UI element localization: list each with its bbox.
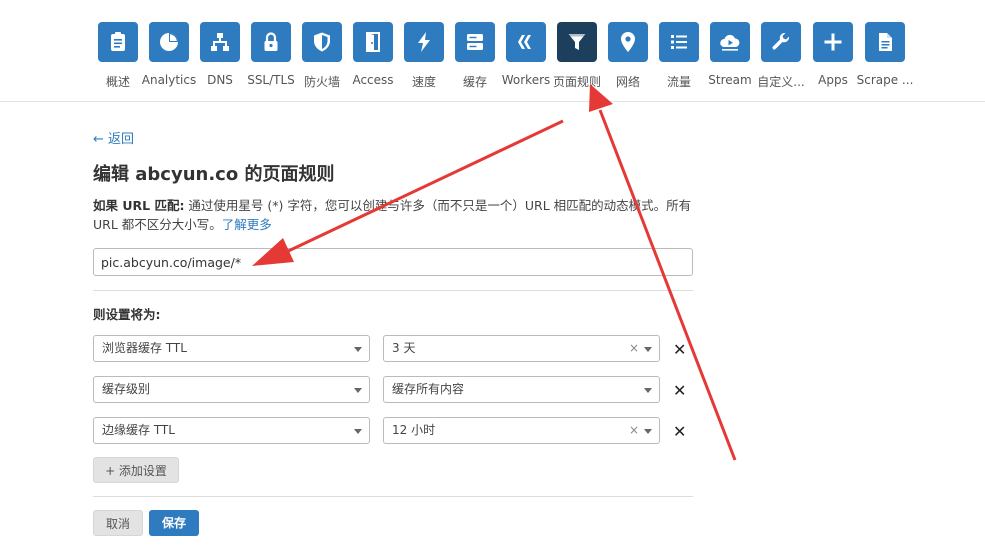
setting-value-select-1[interactable]: 3 天 × [383,335,660,362]
nav-item-speed[interactable]: 速度 [399,22,449,89]
setting-value: 12 小时 [392,423,436,437]
nav-item-label: Access [352,73,394,87]
nav-item-scrape-shield[interactable]: Scrape ... [857,22,913,87]
page-title: 编辑 abcyun.co 的页面规则 [93,164,335,185]
back-link[interactable]: ← 返回 [93,128,134,147]
clipboard-icon [98,22,138,62]
setting-value-select-3[interactable]: 12 小时 × [383,417,660,444]
setting-value-select-2[interactable]: 缓存所有内容 [383,376,660,403]
nav-item-label: 防火墙 [303,75,341,89]
remove-setting-1-close-icon[interactable]: ✕ [673,340,686,359]
setting-select-value: 缓存级别 [102,382,151,396]
learn-more-link[interactable]: 了解更多 [222,217,272,232]
divider [93,496,693,497]
chevron-down-icon [644,388,652,393]
list-icon [659,22,699,62]
setting-select-1[interactable]: 浏览器缓存 TTL [93,335,370,362]
nav-item-network[interactable]: 网络 [603,22,653,89]
nav-item-label: DNS [207,73,233,87]
nav-item-label: 网络 [615,75,641,89]
nav-item-label: SSL/TLS [247,73,295,87]
setting-select-2[interactable]: 缓存级别 [93,376,370,403]
nav-item-workers[interactable]: Workers [501,22,551,87]
setting-select-value: 浏览器缓存 TTL [102,341,187,355]
zone-navigation-bar: 概述 Analytics DNS SSL/TLS 防火墙 Access 速度 缓… [0,0,985,102]
divider [93,290,693,291]
nav-item-label: 自定义... [757,75,805,89]
chevron-down-icon [354,347,362,352]
network-icon [200,22,240,62]
setting-select-3[interactable]: 边缘缓存 TTL [93,417,370,444]
nav-item-label: Scrape ... [856,73,914,87]
document-icon [865,22,905,62]
nav-item-dns[interactable]: DNS [195,22,245,87]
nav-item-access[interactable]: Access [348,22,398,87]
nav-item-caching[interactable]: 缓存 [450,22,500,89]
annotation-arrow-to-url-input [252,119,564,266]
nav-item-label: Apps [818,73,848,87]
setting-value: 缓存所有内容 [392,382,465,396]
clear-icon[interactable]: × [629,336,639,361]
nav-item-custom[interactable]: 自定义... [756,22,806,89]
pie-chart-icon [149,22,189,62]
lock-icon [251,22,291,62]
workers-icon [506,22,546,62]
lightning-icon [404,22,444,62]
nav-item-label: Workers [501,73,551,87]
add-setting-button[interactable]: + 添加设置 [93,457,179,483]
chevron-down-icon [644,347,652,352]
save-button[interactable]: 保存 [149,510,199,536]
cancel-button[interactable]: 取消 [93,510,143,536]
url-match-label: 如果 URL 匹配: [93,198,185,213]
nav-item-label: 概述 [105,75,131,89]
url-match-description: 如果 URL 匹配: 通过使用星号 (*) 字符，您可以创建与许多（而不只是一个… [93,196,693,234]
nav-item-label: 速度 [411,75,437,89]
cloud-play-icon [710,22,750,62]
location-pin-icon [608,22,648,62]
remove-setting-2-close-icon[interactable]: ✕ [673,381,686,400]
server-icon [455,22,495,62]
plus-icon [813,22,853,62]
nav-item-label: Analytics [141,73,197,87]
filter-icon [557,22,597,62]
shield-icon [302,22,342,62]
clear-icon[interactable]: × [629,418,639,443]
nav-item-label: 流量 [666,75,692,89]
chevron-down-icon [354,388,362,393]
nav-item-analytics[interactable]: Analytics [142,22,196,87]
chevron-down-icon [354,429,362,434]
nav-item-label: Stream [708,73,752,87]
chevron-down-icon [644,429,652,434]
nav-item-overview[interactable]: 概述 [93,22,143,89]
nav-item-label: 缓存 [462,75,488,89]
nav-item-apps[interactable]: Apps [808,22,858,87]
setting-value: 3 天 [392,341,416,355]
remove-setting-3-close-icon[interactable]: ✕ [673,422,686,441]
url-pattern-input[interactable] [93,248,693,276]
wrench-icon [761,22,801,62]
settings-heading: 则设置将为: [93,307,161,322]
setting-select-value: 边缘缓存 TTL [102,423,175,437]
door-icon [353,22,393,62]
nav-item-traffic[interactable]: 流量 [654,22,704,89]
nav-item-label: 页面规则 [552,75,602,89]
nav-item-stream[interactable]: Stream [705,22,755,87]
nav-item-page-rules[interactable]: 页面规则 [552,22,602,89]
nav-item-ssl-tls[interactable]: SSL/TLS [246,22,296,87]
nav-item-firewall[interactable]: 防火墙 [297,22,347,89]
